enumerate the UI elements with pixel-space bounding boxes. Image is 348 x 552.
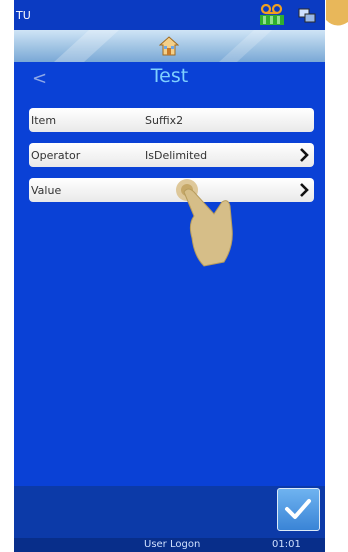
bottom-status-bar: User Logon 01:01 <box>14 538 325 552</box>
home-icon[interactable] <box>158 36 180 60</box>
row-label: Item <box>31 114 57 127</box>
status-title: TU <box>16 9 31 22</box>
row-value: Suffix2 <box>145 114 184 127</box>
row-operator[interactable]: Operator IsDelimited <box>29 143 314 167</box>
row-value-field[interactable]: Value <box>29 178 314 202</box>
clock: 01:01 <box>272 539 301 550</box>
user-logon-link[interactable]: User Logon <box>144 539 200 550</box>
network-icon[interactable] <box>297 6 317 27</box>
status-bar: TU <box>14 0 325 30</box>
page-title: Test <box>150 65 189 87</box>
chevron-right-icon <box>298 181 310 202</box>
voicemail-icon[interactable] <box>259 3 285 29</box>
ok-button[interactable] <box>277 488 320 531</box>
row-item[interactable]: Item Suffix2 <box>29 108 314 132</box>
row-value: IsDelimited <box>145 149 208 162</box>
chevron-right-icon <box>298 146 310 167</box>
row-label: Value <box>31 184 62 197</box>
row-label: Operator <box>31 149 81 162</box>
device-screen: TU < Test Item Suffix2 Operator IsDelimi… <box>14 0 325 552</box>
cropped-decoration <box>322 0 348 32</box>
page-header: < Test <box>14 62 325 94</box>
tap-hand-icon <box>174 176 246 272</box>
top-toolbar <box>14 30 325 62</box>
checkmark-icon <box>285 499 311 519</box>
